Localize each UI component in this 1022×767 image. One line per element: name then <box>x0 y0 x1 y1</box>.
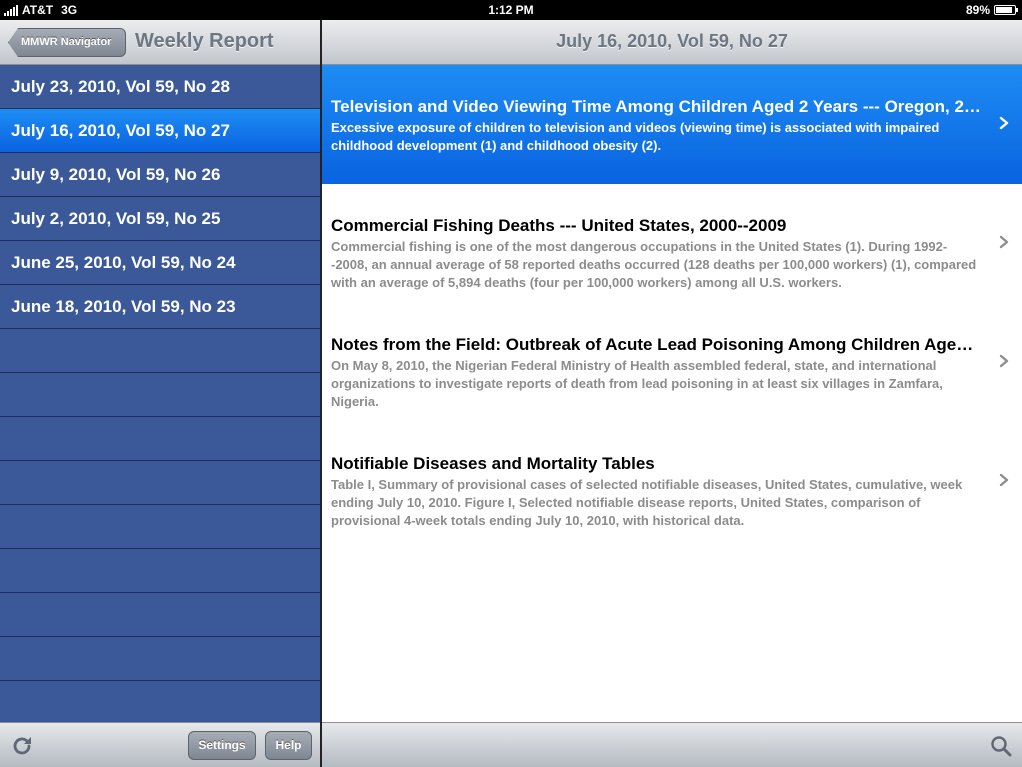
refresh-icon[interactable] <box>10 734 34 758</box>
right-toolbar <box>322 722 1022 767</box>
article-cell[interactable]: Notifiable Diseases and Mortality Tables… <box>322 422 1022 541</box>
status-bar: AT&T 3G 1:12 PM 89% <box>0 0 1022 20</box>
left-toolbar: Settings Help <box>0 722 320 767</box>
article-summary: On May 8, 2010, the Nigerian Federal Min… <box>331 358 943 409</box>
article-cell[interactable]: Commercial Fishing Deaths --- United Sta… <box>322 184 1022 303</box>
empty-row <box>0 417 320 461</box>
search-icon[interactable] <box>990 735 1012 757</box>
right-navigation-bar: July 16, 2010, Vol 59, No 27 <box>322 20 1022 65</box>
article-title: Notes from the Field: Outbreak of Acute … <box>331 335 982 354</box>
status-right: 89% <box>965 3 1018 17</box>
chevron-right-icon <box>999 116 1009 130</box>
empty-row <box>0 549 320 593</box>
article-title: Notifiable Diseases and Mortality Tables <box>331 454 655 473</box>
mmwr-navigator-back-button[interactable]: MMWR Navigator <box>8 28 126 57</box>
empty-row <box>0 637 320 681</box>
empty-row <box>0 461 320 505</box>
empty-row <box>0 505 320 549</box>
issue-row[interactable]: July 9, 2010, Vol 59, No 26 <box>0 153 320 197</box>
empty-row <box>0 593 320 637</box>
battery-label: 89% <box>965 3 990 17</box>
issue-row[interactable]: June 18, 2010, Vol 59, No 23 <box>0 285 320 329</box>
issue-row[interactable]: June 25, 2010, Vol 59, No 24 <box>0 241 320 285</box>
settings-button[interactable]: Settings <box>188 731 256 760</box>
chevron-right-icon <box>999 354 1009 368</box>
article-cell[interactable]: Notes from the Field: Outbreak of Acute … <box>322 303 1022 422</box>
article-cell[interactable]: Television and Video Viewing Time Among … <box>322 65 1022 184</box>
issue-list: July 23, 2010, Vol 59, No 28 July 16, 201… <box>0 65 320 725</box>
issue-list-pane: MMWR Navigator Weekly Report July 23, 20… <box>0 20 320 767</box>
help-button[interactable]: Help <box>265 731 312 760</box>
empty-row <box>0 681 320 725</box>
article-title: Commercial Fishing Deaths --- United Sta… <box>331 216 787 235</box>
article-list-pane: July 16, 2010, Vol 59, No 27 Television … <box>322 20 1022 767</box>
article-title: Television and Video Viewing Time Among … <box>331 97 982 116</box>
article-summary: Commercial fishing is one of the most da… <box>331 239 977 290</box>
chevron-right-icon <box>999 235 1009 249</box>
article-summary: Excessive exposure of children to televi… <box>331 120 940 153</box>
issue-title: July 16, 2010, Vol 59, No 27 <box>556 31 788 51</box>
article-summary: Table I, Summary of provisional cases of… <box>331 477 963 528</box>
issue-row[interactable]: July 16, 2010, Vol 59, No 27 <box>0 109 320 153</box>
left-navigation-bar: MMWR Navigator Weekly Report <box>0 20 320 65</box>
chevron-right-icon <box>999 473 1009 487</box>
article-list: Television and Video Viewing Time Among … <box>322 65 1022 541</box>
issue-row[interactable]: July 2, 2010, Vol 59, No 25 <box>0 197 320 241</box>
battery-icon <box>994 5 1018 15</box>
empty-row <box>0 329 320 373</box>
empty-row <box>0 373 320 417</box>
status-time: 1:12 PM <box>488 3 534 17</box>
left-pane-title: Weekly Report <box>135 30 274 52</box>
issue-row[interactable]: July 23, 2010, Vol 59, No 28 <box>0 65 320 109</box>
